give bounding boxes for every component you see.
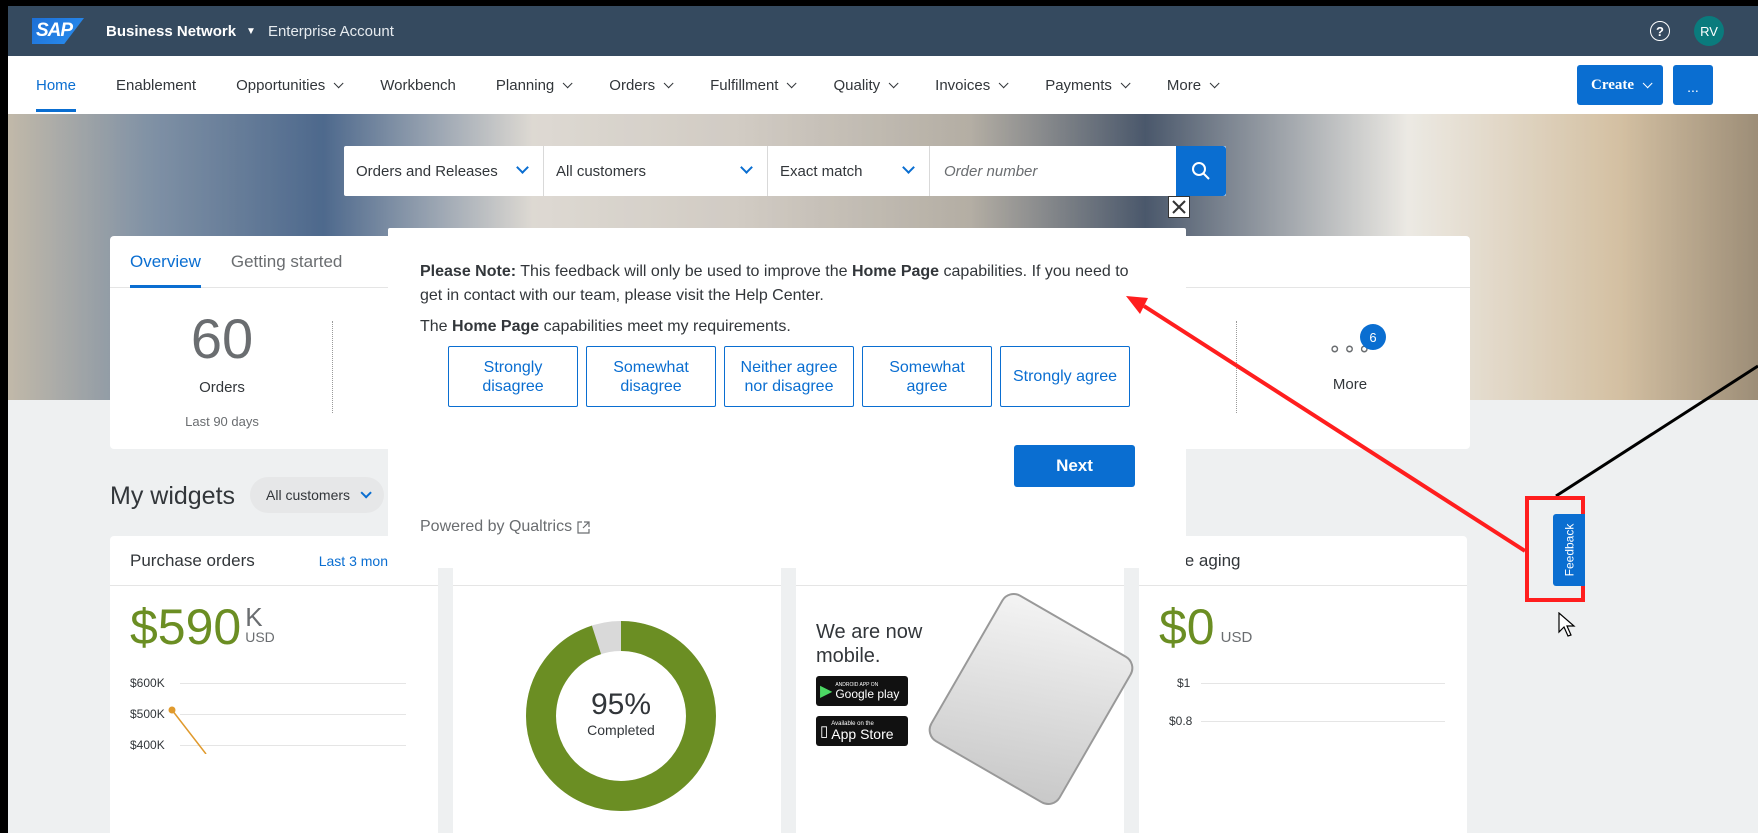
browser-viewport: SAP Business Network ▼ Enterprise Accoun… <box>8 6 1758 833</box>
annotation-overlay <box>1126 296 1758 553</box>
feedback-label: Feedback <box>1562 523 1577 577</box>
annotation-line-black <box>1555 364 1758 498</box>
annotation-arrow-red-shaft <box>1142 304 1527 553</box>
mouse-cursor-icon <box>1558 612 1576 637</box>
feedback-tab[interactable]: Feedback <box>1553 514 1585 586</box>
